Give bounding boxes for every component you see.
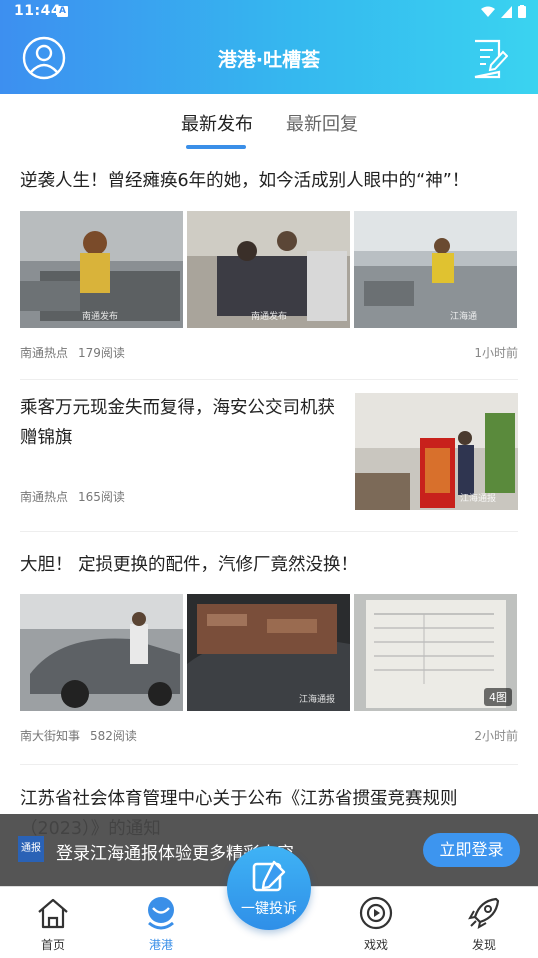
tab-latest-replies[interactable]: 最新回复 [286,110,358,136]
article-reads: 165阅读 [78,490,125,504]
battery-icon [518,5,526,18]
article-title: 乘客万元现金失而复得，海安公交司机获赠锦旗 [20,398,335,448]
edit-icon [252,860,286,892]
image-watermark: 江海通 [450,312,478,322]
active-tab-indicator [186,145,246,149]
signal-icon [501,5,512,18]
article-time: 1小时前 [474,346,518,360]
article-image: 4图 [354,594,517,711]
article-source: 南通热点 [20,346,69,360]
article-meta: 南通热点 165阅读 [20,488,125,505]
rocket-icon [468,897,500,929]
tab-latest-posts[interactable]: 最新发布 [181,110,253,136]
article-item[interactable]: 逆袭人生！曾经瘫痪6年的她，如今活成别人眼中的“神”！ 南通发布 南通发布 江海… [20,166,518,366]
tab-bar: 最新发布 最新回复 [0,94,538,150]
status-bar: 11:44 A [0,0,538,24]
divider [20,379,518,380]
compose-button[interactable] [472,38,509,80]
notification-icon: A [57,6,68,17]
login-button[interactable]: 立即登录 [423,833,520,867]
app-logo: 通报 [18,836,44,862]
article-image: 南通发布 [187,211,350,328]
article-image: 江海通报 [355,393,518,510]
article-thumbnails: 江海通报 4图 [20,594,517,711]
article-image: 江海通 [354,211,517,328]
app-header: 11:44 A 港港·吐槽荟 [0,0,538,94]
divider [20,531,518,532]
nav-label: 港港 [148,938,173,952]
image-watermark: 江海通报 [299,695,336,705]
fab-label: 一键投诉 [241,901,297,917]
wifi-icon [481,6,495,17]
article-time: 2小时前 [474,729,518,743]
image-watermark: 南通发布 [251,312,288,322]
article-reads: 582阅读 [90,729,137,743]
article-thumbnails: 南通发布 南通发布 江海通 [20,211,517,328]
image-watermark: 江海通报 [460,494,497,504]
article-item[interactable]: 乘客万元现金失而复得，海安公交司机获赠锦旗 南通热点 165阅读 江海通报 [20,393,518,518]
nav-label: 戏戏 [363,938,388,952]
status-time: 11:44 [14,3,62,19]
article-image: 江海通报 [187,594,350,711]
nav-ganggang[interactable]: 港港 [121,887,201,958]
article-source: 南大街知事 [20,729,81,743]
nav-home[interactable]: 首页 [13,887,93,958]
nav-discover[interactable]: 发现 [444,887,524,958]
article-meta: 南大街知事 582阅读 [20,727,137,744]
article-meta: 南通热点 179阅读 [20,344,125,361]
nav-xixi[interactable]: 戏戏 [336,887,416,958]
article-title: 大胆！ 定损更换的配件，汽修厂竟然没换！ [20,555,359,575]
chat-bubble-icon [148,897,174,930]
article-source: 南通热点 [20,490,69,504]
image-watermark: 南通发布 [82,312,119,322]
article-image: 南通发布 [20,211,183,328]
article-reads: 179阅读 [78,346,125,360]
play-icon [359,896,393,930]
home-icon [38,898,68,929]
divider [20,764,518,765]
compose-icon [474,39,509,79]
one-click-complaint-button[interactable]: 一键投诉 [227,846,311,930]
nav-label: 首页 [40,938,65,952]
status-icons [481,5,526,18]
article-item[interactable]: 大胆！ 定损更换的配件，汽修厂竟然没换！ 江海通报 4图 南大街知事 582阅读… [20,550,518,750]
article-image [20,594,183,711]
page-title: 港港·吐槽荟 [217,49,321,71]
article-title: 逆袭人生！曾经瘫痪6年的她，如今活成别人眼中的“神”！ [20,171,470,191]
nav-label: 发现 [471,938,496,952]
image-count-badge: 4图 [484,688,512,706]
